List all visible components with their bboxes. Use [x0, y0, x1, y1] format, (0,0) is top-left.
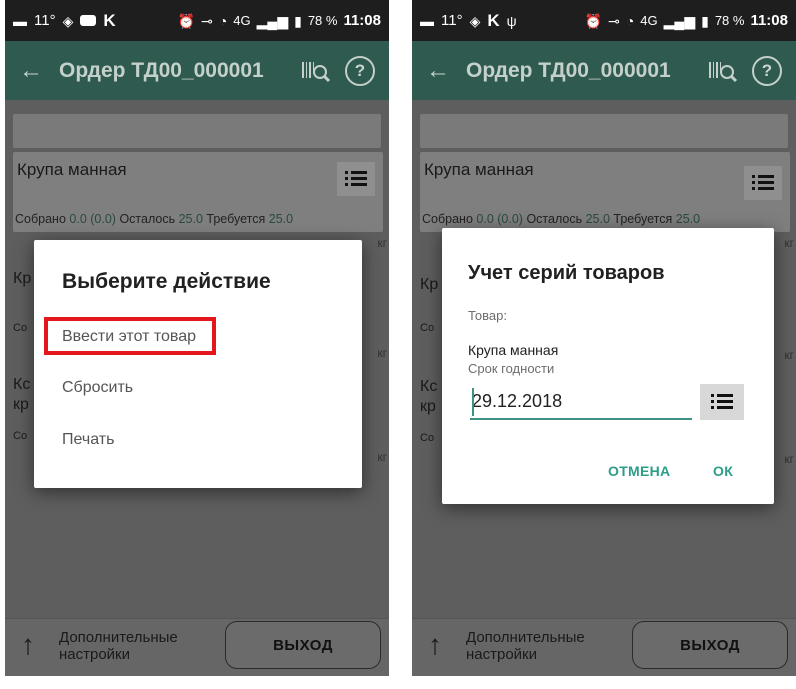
menu-item-enter-product[interactable]: Ввести этот товар [62, 328, 196, 346]
barcode-scan-icon[interactable] [301, 59, 331, 83]
item-stats: Со [13, 430, 28, 442]
list-icon [752, 175, 774, 191]
list-item[interactable]: Крупа манная Собрано 0.0 (0.0) Осталось … [420, 152, 790, 232]
unit-label: кг [784, 452, 794, 466]
item-list-button[interactable] [744, 166, 782, 200]
dialog-title: Выберите действие [62, 270, 271, 293]
search-field[interactable] [13, 114, 381, 148]
exit-button[interactable]: ВЫХОД [632, 621, 788, 669]
cancel-button[interactable]: ОТМЕНА [608, 463, 670, 479]
location-icon: ◈ [469, 12, 481, 29]
item-stats: Со [420, 432, 435, 444]
clock: 11:08 [750, 12, 788, 29]
item-name: Крупа манная [17, 160, 127, 179]
text-cursor [472, 388, 474, 416]
product-label: Товар: [468, 308, 507, 323]
action-dialog: Выберите действие Ввести этот товар Сбро… [34, 240, 362, 488]
k-app-icon: K [103, 10, 116, 30]
item-stats: Со [420, 322, 435, 334]
date-list-button[interactable] [700, 384, 744, 420]
back-arrow-icon[interactable]: ← [19, 57, 59, 85]
status-bar: ▬ 11° ◈ K ⏰ ⊸ ◔ 4G ▂▄▆ ▮ 78 % 11:08 [5, 0, 389, 41]
key-icon: ⊸ [201, 12, 213, 29]
network-type: 4G [233, 13, 251, 28]
battery-icon: ▮ [701, 12, 709, 29]
item-name: Кр [420, 276, 439, 293]
bottom-bar: ↑ Дополнительные настройки ВЫХОД [412, 618, 796, 676]
back-arrow-icon[interactable]: ← [426, 57, 466, 85]
search-field[interactable] [420, 114, 788, 148]
alarm-icon: ⏰ [584, 12, 603, 29]
message-icon: ▬ [420, 12, 434, 29]
list-icon [345, 171, 367, 187]
temperature: 11° [34, 12, 56, 29]
barcode-scan-icon[interactable] [708, 59, 738, 83]
menu-item-reset[interactable]: Сбросить [62, 379, 133, 397]
alarm-icon: ⏰ [177, 12, 196, 29]
temperature: 11° [441, 12, 463, 29]
item-list-button[interactable] [337, 162, 375, 196]
message-icon: ▬ [13, 12, 27, 29]
phone-screen-right: ▬ 11° ◈ K ψ ⏰ ⊸ ◔ 4G ▂▄▆ ▮ 78 % 11:08 ← … [412, 0, 796, 676]
location-icon: ◈ [62, 12, 74, 29]
battery-level: 78 % [714, 13, 745, 28]
unit-label: кг [784, 236, 794, 250]
help-button[interactable]: ? [752, 55, 782, 86]
bottom-bar: ↑ Дополнительные настройки ВЫХОД [5, 618, 389, 676]
menu-item-print[interactable]: Печать [62, 431, 114, 449]
item-name: Кс [420, 378, 438, 395]
item-stats: Собрано 0.0 (0.0) Осталось 25.0 Требуетс… [422, 212, 701, 226]
product-value: Крупа манная [468, 342, 559, 358]
battery-icon: ▮ [294, 12, 302, 29]
list-icon [711, 394, 733, 410]
dialog-title: Учет серий товаров [468, 262, 665, 284]
list-item[interactable]: Крупа манная Собрано 0.0 (0.0) Осталось … [13, 152, 383, 232]
more-settings-link[interactable]: Дополнительные настройки [466, 629, 585, 663]
series-dialog: Учет серий товаров Товар: Крупа манная С… [442, 228, 774, 504]
gallery-icon [80, 15, 97, 26]
battery-level: 78 % [307, 13, 338, 28]
page-title: Ордер ТД00_000001 [466, 58, 671, 82]
page-title: Ордер ТД00_000001 [59, 58, 264, 82]
unit-label: кг [377, 346, 387, 360]
ok-button[interactable]: ОК [713, 463, 733, 479]
item-stats: Собрано 0.0 (0.0) Осталось 25.0 Требуетс… [15, 212, 294, 226]
unit-label: кг [784, 348, 794, 362]
wifi-icon: ◔ [218, 12, 228, 29]
app-bar: ← Ордер ТД00_000001 ? [412, 41, 796, 100]
unit-label: кг [377, 236, 387, 250]
usb-icon: ψ [506, 12, 517, 29]
signal-icon: ▂▄▆ [663, 12, 696, 29]
network-type: 4G [640, 13, 658, 28]
status-bar: ▬ 11° ◈ K ψ ⏰ ⊸ ◔ 4G ▂▄▆ ▮ 78 % 11:08 [412, 0, 796, 41]
item-name: Кр [13, 270, 32, 287]
more-settings-arrow-icon[interactable]: ↑ [21, 629, 35, 661]
app-bar: ← Ордер ТД00_000001 ? [5, 41, 389, 100]
more-settings-arrow-icon[interactable]: ↑ [428, 629, 442, 661]
unit-label: кг [377, 450, 387, 464]
item-stats: Со [13, 322, 28, 334]
expiry-date-input[interactable] [470, 384, 692, 420]
item-name: кр [420, 398, 436, 415]
wifi-icon: ◔ [625, 12, 635, 29]
exit-button[interactable]: ВЫХОД [225, 621, 381, 669]
phone-screen-left: ▬ 11° ◈ K ⏰ ⊸ ◔ 4G ▂▄▆ ▮ 78 % 11:08 ← Ор… [5, 0, 389, 676]
signal-icon: ▂▄▆ [256, 12, 289, 29]
more-settings-link[interactable]: Дополнительные настройки [59, 629, 178, 663]
item-name: Крупа манная [424, 160, 534, 179]
key-icon: ⊸ [608, 12, 620, 29]
clock: 11:08 [343, 12, 381, 29]
help-button[interactable]: ? [345, 55, 375, 86]
expiry-label: Срок годности [468, 361, 555, 376]
k-app-icon: K [487, 10, 500, 30]
item-name: Кс [13, 376, 31, 393]
item-name: кр [13, 396, 29, 413]
